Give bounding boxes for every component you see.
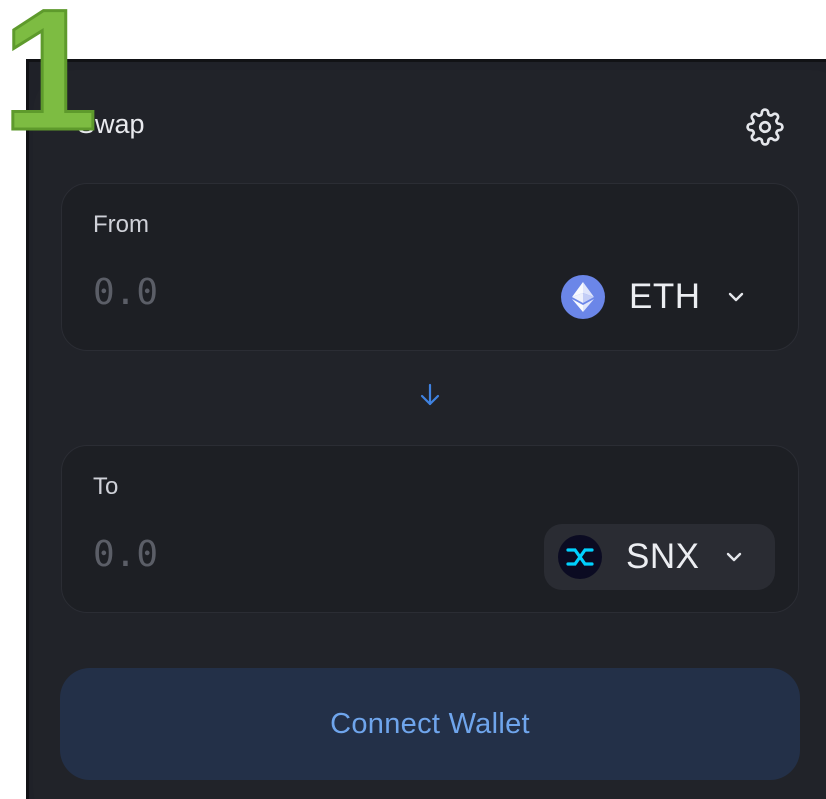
to-token-symbol: SNX	[626, 537, 700, 576]
gear-icon	[746, 108, 784, 146]
to-panel: To SNX	[61, 445, 799, 613]
step-number-badge: 1	[1, 0, 100, 166]
chevron-down-icon	[727, 552, 742, 562]
to-token-selector[interactable]: SNX	[544, 524, 775, 590]
to-label: To	[93, 473, 119, 500]
from-label: From	[93, 211, 149, 238]
from-token-selector[interactable]: ETH	[547, 264, 777, 330]
chevron-down-icon	[728, 292, 743, 302]
from-token-symbol: ETH	[629, 277, 701, 316]
from-panel: From ETH	[61, 183, 799, 351]
connect-wallet-button[interactable]: Connect Wallet	[60, 668, 800, 780]
synthetix-icon	[558, 535, 602, 579]
ethereum-icon	[561, 275, 605, 319]
to-amount-input[interactable]	[93, 534, 333, 575]
switch-direction-button[interactable]	[418, 380, 442, 410]
settings-button[interactable]	[746, 108, 784, 146]
arrow-down-icon	[420, 383, 440, 406]
from-amount-input[interactable]	[93, 272, 333, 313]
